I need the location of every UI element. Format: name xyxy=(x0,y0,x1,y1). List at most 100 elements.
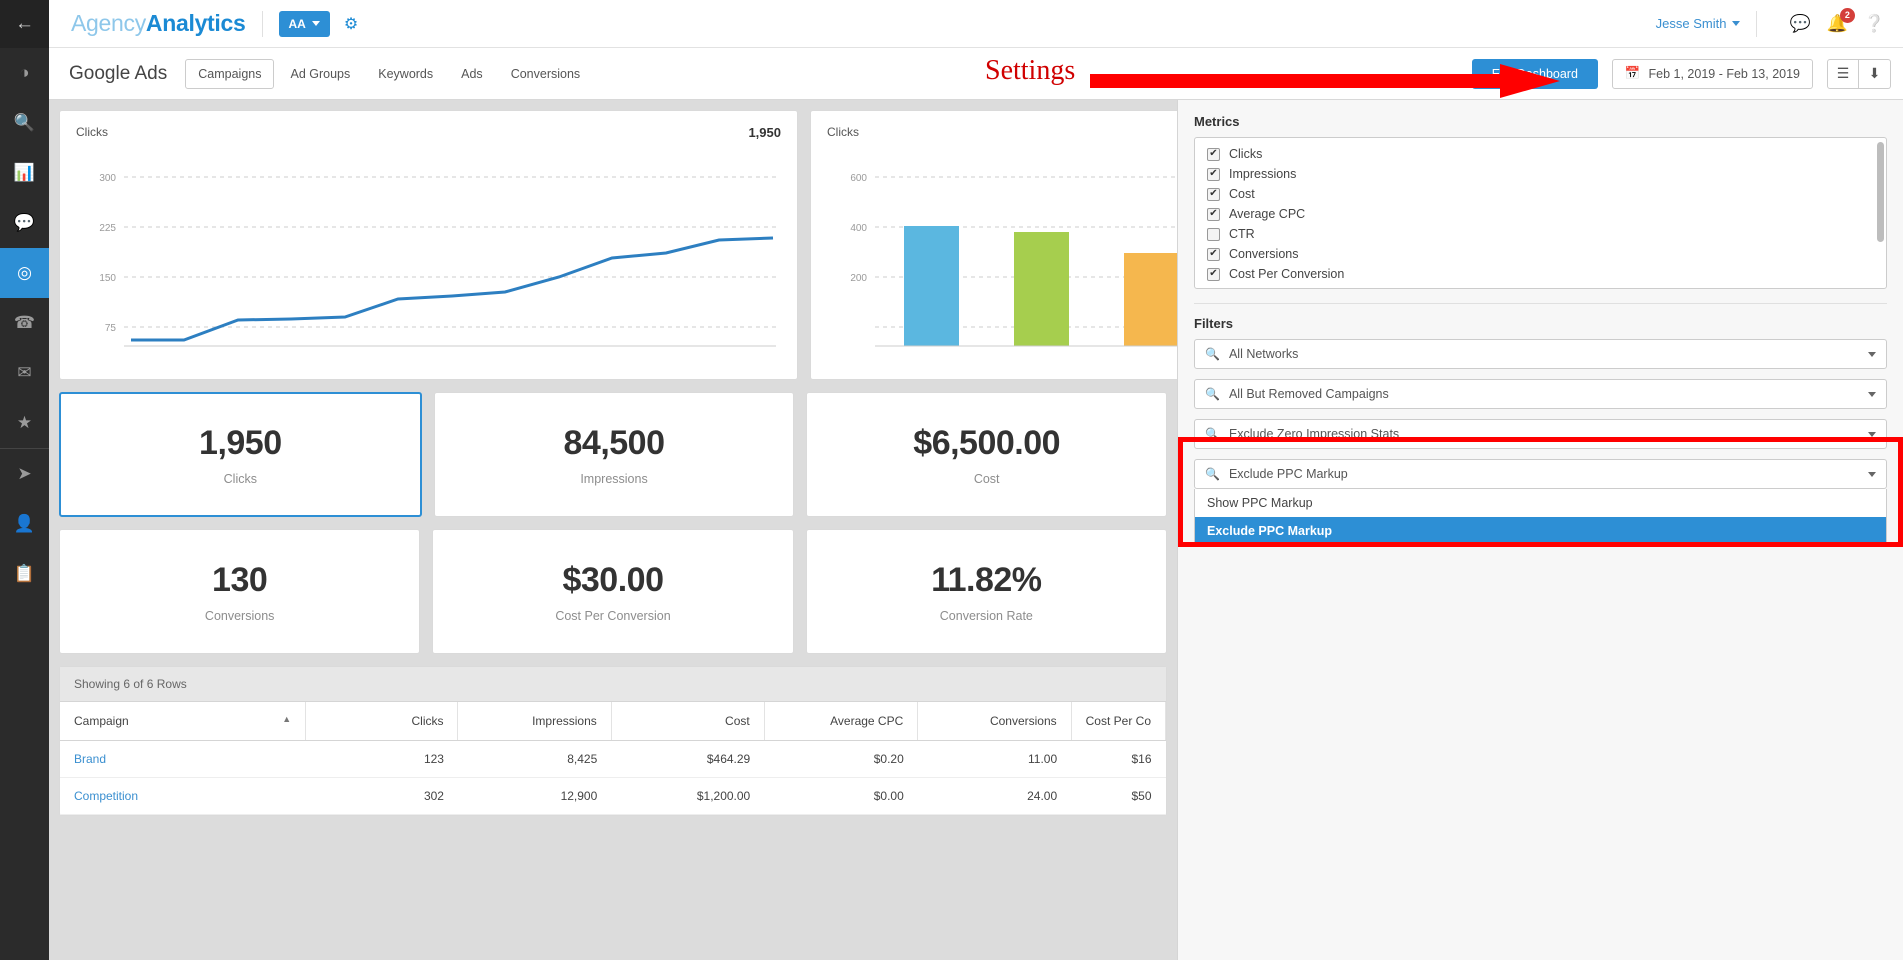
checkbox-checked-icon[interactable]: ✔ xyxy=(1207,267,1220,281)
cell-conversions: 24.00 xyxy=(917,777,1072,815)
checkbox-checked-icon[interactable]: ✔ xyxy=(1207,247,1220,261)
paper-plane-icon: ➤ xyxy=(17,464,32,483)
svg-text:225: 225 xyxy=(99,223,116,234)
checkbox-unchecked-icon[interactable]: ✔ xyxy=(1207,227,1220,241)
date-range-picker[interactable]: 📅 Feb 1, 2019 - Feb 13, 2019 xyxy=(1611,58,1813,89)
campaign-link[interactable]: Competition xyxy=(74,789,138,803)
chevron-down-icon xyxy=(311,21,320,26)
user-menu[interactable]: Jesse Smith xyxy=(1656,16,1741,31)
checkbox-checked-icon[interactable]: ✔ xyxy=(1207,167,1220,181)
checkbox-checked-icon[interactable]: ✔ xyxy=(1207,287,1220,288)
sidebar-item-send[interactable]: ➤ xyxy=(0,449,49,499)
sidebar-item-ppc[interactable]: ◎ xyxy=(0,248,49,298)
table-row[interactable]: Brand 123 8,425 $464.29 $0.20 11.00 $16 xyxy=(60,740,1166,778)
bar-chart-icon: 📊 xyxy=(13,163,36,182)
metric-ctr[interactable]: ✔ CTR xyxy=(1195,224,1886,244)
settings-sliders-button[interactable]: ☰ xyxy=(1827,58,1859,89)
table-row[interactable]: Competition 302 12,900 $1,200.00 $0.00 2… xyxy=(60,777,1166,815)
page-header: Google Ads Campaigns Ad Groups Keywords … xyxy=(49,48,1903,100)
phone-icon: ☎ xyxy=(13,313,36,332)
help-icon[interactable]: ❔ xyxy=(1864,14,1885,34)
col-cost[interactable]: Cost xyxy=(611,702,765,741)
sidebar-item-reports[interactable]: 📋 xyxy=(0,549,49,599)
sidebar-item-email[interactable]: ✉ xyxy=(0,348,49,398)
svg-text:150: 150 xyxy=(99,273,116,284)
kpi-value: 1,950 xyxy=(199,423,282,462)
kpi-card-clicks[interactable]: 1,950 Clicks xyxy=(59,392,422,517)
option-show-ppc-markup[interactable]: Show PPC Markup xyxy=(1195,489,1886,517)
metric-conversion-rate[interactable]: ✔ Conversion Rate xyxy=(1195,284,1886,288)
metric-clicks[interactable]: ✔ Clicks xyxy=(1195,144,1886,164)
filters-header: Filters xyxy=(1194,316,1234,331)
col-impressions[interactable]: Impressions xyxy=(457,702,612,741)
cell-clicks: 123 xyxy=(305,740,458,778)
filter-value: All But Removed Campaigns xyxy=(1228,387,1389,401)
back-arrow-icon[interactable]: ← xyxy=(0,0,49,48)
top-bar-right: Jesse Smith 💬 🔔 2 ❔ xyxy=(1656,7,1903,37)
search-icon: 🔍 xyxy=(1205,387,1220,401)
charts-row: Clicks 1,950 300 225 150 75 Feb 1 Feb 2 … xyxy=(59,110,1177,380)
kpi-card-cost[interactable]: $6,500.00 Cost xyxy=(806,392,1168,517)
app-logo[interactable]: AgencyAnalytics xyxy=(71,10,246,37)
header-icon-buttons: ☰ ⬇ xyxy=(1827,58,1891,89)
tab-conversions[interactable]: Conversions xyxy=(499,60,592,88)
col-cost-per-conversion[interactable]: Cost Per Co xyxy=(1071,702,1167,741)
tab-ads[interactable]: Ads xyxy=(449,60,495,88)
sidebar-item-analytics[interactable]: 📊 xyxy=(0,148,49,198)
metric-cost-per-conversion[interactable]: ✔ Cost Per Conversion xyxy=(1195,264,1886,284)
filter-campaign-status[interactable]: 🔍 All But Removed Campaigns xyxy=(1194,379,1887,409)
checkbox-checked-icon[interactable]: ✔ xyxy=(1207,147,1220,161)
chat-icon[interactable]: 💬 xyxy=(1789,14,1810,34)
tab-ad-groups[interactable]: Ad Groups xyxy=(278,60,362,88)
clipboard-icon: 📋 xyxy=(13,564,36,583)
filter-zero-impressions[interactable]: 🔍 Exclude Zero Impression Stats xyxy=(1194,419,1887,449)
tab-keywords[interactable]: Keywords xyxy=(366,60,445,88)
col-conversions[interactable]: Conversions xyxy=(917,702,1072,741)
bar-general xyxy=(1014,232,1069,346)
gear-icon[interactable]: ⚙ xyxy=(344,14,358,34)
checkbox-checked-icon[interactable]: ✔ xyxy=(1207,207,1220,221)
col-label: Campaign xyxy=(74,714,129,728)
table-header-row: Campaign ▲ Clicks Impressions Cost Averag… xyxy=(60,702,1167,741)
calendar-icon: 📅 xyxy=(1624,66,1641,80)
col-clicks[interactable]: Clicks xyxy=(305,702,459,741)
sidebar-item-social[interactable]: 💬 xyxy=(0,198,49,248)
sidebar-item-clients[interactable]: 👤 xyxy=(0,499,49,549)
campaign-link[interactable]: Brand xyxy=(74,752,106,766)
kpi-card-cost-per-conversion[interactable]: $30.00 Cost Per Conversion xyxy=(432,529,794,654)
sidebar-item-seo[interactable]: 🔍 xyxy=(0,98,49,148)
metric-label: Cost Per Conversion xyxy=(1229,267,1345,281)
metric-label: Clicks xyxy=(1229,147,1263,161)
notification-badge: 2 xyxy=(1839,7,1855,23)
option-exclude-ppc-markup[interactable]: Exclude PPC Markup xyxy=(1195,517,1886,545)
filter-value: Exclude Zero Impression Stats xyxy=(1228,427,1400,441)
rows-count-label: Showing 6 of 6 Rows xyxy=(60,667,1166,702)
metric-conversions[interactable]: ✔ Conversions xyxy=(1195,244,1886,264)
metric-cost[interactable]: ✔ Cost xyxy=(1195,184,1886,204)
kpi-card-impressions[interactable]: 84,500 Impressions xyxy=(433,392,795,517)
annotation-arrow xyxy=(1090,64,1560,98)
col-average-cpc[interactable]: Average CPC xyxy=(764,702,919,741)
kpi-row-2: 130 Conversions $30.00 Cost Per Conversi… xyxy=(59,529,1167,654)
filter-ppc-markup[interactable]: 🔍 Exclude PPC Markup xyxy=(1194,459,1887,489)
bell-icon[interactable]: 🔔 2 xyxy=(1827,7,1855,34)
sidebar-item-reviews[interactable]: ★ xyxy=(0,398,49,448)
download-button[interactable]: ⬇ xyxy=(1859,58,1891,89)
metrics-scrollbar[interactable] xyxy=(1877,142,1884,242)
tab-campaigns[interactable]: Campaigns xyxy=(185,58,275,89)
kpi-card-conversion-rate[interactable]: 11.82% Conversion Rate xyxy=(805,529,1167,654)
account-switcher-button[interactable]: AA xyxy=(278,10,330,37)
col-campaign[interactable]: Campaign ▲ xyxy=(60,702,307,741)
metric-impressions[interactable]: ✔ Impressions xyxy=(1195,164,1886,184)
chevron-down-icon xyxy=(1868,471,1876,477)
kpi-label: Impressions xyxy=(580,471,648,486)
sidebar-item-call-tracking[interactable]: ☎ xyxy=(0,298,49,348)
sidebar-item-dashboard[interactable]: ◑ xyxy=(0,48,49,98)
checkbox-checked-icon[interactable]: ✔ xyxy=(1207,187,1220,201)
filter-networks[interactable]: 🔍 All Networks xyxy=(1194,339,1887,369)
kpi-card-conversions[interactable]: 130 Conversions xyxy=(59,529,421,654)
metric-average-cpc[interactable]: ✔ Average CPC xyxy=(1195,204,1886,224)
logo-analytics: Analytics xyxy=(145,10,246,36)
clicks-line-chart-card: Clicks 1,950 300 225 150 75 Feb 1 Feb 2 … xyxy=(59,110,798,380)
cell-cost-per-conversion: $50 xyxy=(1071,777,1166,815)
